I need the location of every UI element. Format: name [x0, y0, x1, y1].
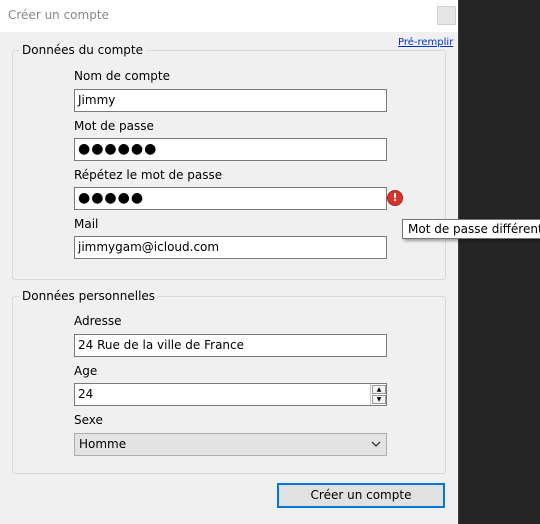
password-input[interactable]: ●●●●●●	[74, 138, 387, 161]
window-title: Créer un compte	[8, 8, 109, 22]
address-label: Adresse	[74, 314, 122, 328]
close-button[interactable]	[437, 6, 456, 25]
repeat-password-input[interactable]: ●●●●●	[74, 187, 387, 210]
age-spinner: ▲ ▼	[370, 384, 387, 405]
password-mismatch-tooltip: Mot de passe différent !	[402, 219, 540, 239]
age-input[interactable]: 24	[74, 383, 387, 406]
prefill-link[interactable]: Pré-remplir	[398, 37, 453, 48]
spin-up-icon[interactable]: ▲	[372, 385, 386, 394]
chevron-down-icon	[371, 441, 381, 447]
username-input[interactable]: Jimmy	[74, 89, 387, 112]
mail-label: Mail	[74, 217, 99, 231]
address-input[interactable]: 24 Rue de la ville de France	[74, 334, 387, 357]
mail-input[interactable]: jimmygam@icloud.com	[74, 236, 387, 259]
personal-group-legend: Données personnelles	[19, 289, 159, 303]
repeat-password-label: Répétez le mot de passe	[74, 168, 223, 182]
sex-label: Sexe	[74, 413, 103, 427]
sex-select[interactable]: Homme	[74, 433, 387, 456]
title-bar: Créer un compte	[0, 0, 458, 32]
error-icon: !	[388, 191, 402, 205]
create-account-window: Créer un compte Pré-remplir Données du c…	[0, 0, 459, 524]
username-label: Nom de compte	[74, 69, 170, 83]
create-account-button[interactable]: Créer un compte	[277, 483, 445, 508]
sex-select-value: Homme	[79, 437, 127, 451]
account-group-legend: Données du compte	[19, 43, 146, 57]
age-label: Age	[74, 364, 98, 378]
password-label: Mot de passe	[74, 119, 154, 133]
spin-down-icon[interactable]: ▼	[372, 395, 386, 404]
